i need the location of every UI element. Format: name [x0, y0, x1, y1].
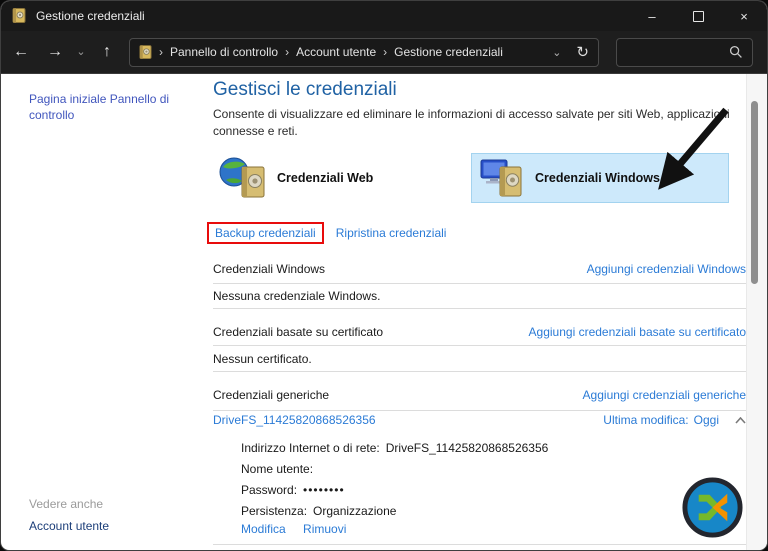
breadcrumb-control-panel[interactable]: Pannello di controllo	[170, 45, 278, 59]
field-value: Organizzazione	[313, 504, 397, 518]
credential-links-row: Modifica Rimuovi	[241, 522, 346, 536]
tile-windows-credentials-label: Credenziali Windows	[535, 171, 660, 185]
maximize-icon	[692, 10, 704, 22]
collapse-button[interactable]	[735, 416, 746, 424]
backup-credentials-link[interactable]: Backup credenziali	[215, 226, 316, 240]
search-icon	[729, 45, 743, 59]
breadcrumb-separator: ›	[285, 45, 290, 59]
section-certificate-credentials: Credenziali basate su certificato Aggiun…	[213, 325, 746, 339]
address-dropdown-button[interactable]: ⌄	[552, 46, 561, 59]
page-description: Consente di visualizzare ed eliminare le…	[213, 107, 730, 138]
section-generic-credentials: Credenziali generiche Aggiungi credenzia…	[213, 388, 746, 402]
chevron-down-icon: ⌄	[76, 45, 86, 58]
tile-windows-credentials[interactable]: Credenziali Windows	[471, 153, 729, 203]
chevron-down-icon: ⌄	[552, 46, 562, 59]
sidebar-item-user-accounts[interactable]: Account utente	[29, 519, 109, 533]
field-value: ••••••••	[303, 483, 345, 497]
section-label: Credenziali basate su certificato	[213, 325, 384, 339]
field-user-name: Nome utente:	[241, 462, 319, 476]
scrollbar-thumb[interactable]	[751, 101, 758, 284]
minimize-button[interactable]: –	[629, 1, 675, 31]
page-title: Gestisci le credenziali	[213, 79, 397, 100]
windows-credentials-icon	[480, 157, 526, 199]
credential-name-link[interactable]: DriveFS_11425820868526356	[213, 413, 376, 427]
add-generic-credential-link[interactable]: Aggiungi credenziali generiche	[583, 388, 746, 402]
watermark-logo	[681, 476, 744, 544]
breadcrumb-separator: ›	[383, 45, 388, 59]
forward-icon: →	[47, 43, 63, 60]
back-button[interactable]: ←	[7, 44, 35, 60]
add-certificate-credential-link[interactable]: Aggiungi credenziali basate su certifica…	[529, 325, 746, 339]
maximize-button[interactable]	[675, 1, 721, 31]
title-bar: Gestione credenziali – ×	[1, 1, 767, 31]
sidebar-see-also-label: Vedere anche	[29, 497, 104, 511]
window-title: Gestione credenziali	[36, 9, 145, 23]
safe-location-icon	[139, 44, 152, 60]
up-button[interactable]: ↑	[93, 44, 121, 60]
field-label: Password:	[241, 483, 298, 497]
modified-value: Oggi	[693, 413, 719, 427]
divider	[213, 410, 746, 411]
divider	[213, 371, 746, 372]
address-bar[interactable]: › Pannello di controllo › Account utente…	[129, 37, 599, 67]
tile-web-credentials-label: Credenziali Web	[277, 171, 374, 185]
remove-credential-link[interactable]: Rimuovi	[303, 522, 346, 536]
section-label: Credenziali generiche	[213, 388, 330, 402]
forward-button[interactable]: →	[41, 44, 69, 60]
close-icon: ×	[740, 8, 748, 24]
refresh-icon: ↻	[576, 44, 589, 61]
chevron-up-icon	[735, 416, 746, 424]
search-box[interactable]	[616, 37, 753, 67]
field-value: DriveFS_11425820868526356	[385, 441, 549, 455]
field-internet-address: Indirizzo Internet o di rete: DriveFS_114…	[241, 441, 548, 455]
modified-label: Ultima modifica:	[603, 413, 689, 427]
divider	[213, 283, 746, 284]
field-persistence: Persistenza: Organizzazione	[241, 504, 396, 518]
web-credentials-icon	[218, 155, 268, 201]
breadcrumb-user-accounts[interactable]: Account utente	[296, 45, 376, 59]
breadcrumb-credential-manager[interactable]: Gestione credenziali	[394, 45, 503, 59]
credential-row: DriveFS_11425820868526356 Ultima modific…	[213, 413, 746, 427]
credential-modified: Ultima modifica: Oggi	[603, 413, 746, 427]
back-icon: ←	[13, 43, 29, 60]
sidebar-item-control-panel-home[interactable]: Pagina iniziale Pannello di controllo	[29, 91, 191, 123]
tile-web-credentials[interactable]: Credenziali Web	[218, 152, 373, 204]
field-label: Indirizzo Internet o di rete:	[241, 441, 380, 455]
close-button[interactable]: ×	[721, 1, 767, 31]
section-label: Credenziali Windows	[213, 262, 326, 276]
annotation-red-box: Backup credenziali	[207, 222, 324, 244]
divider	[213, 345, 746, 346]
breadcrumb-separator: ›	[159, 45, 163, 59]
search-input[interactable]	[626, 44, 729, 60]
navigation-bar: ← → ⌄ ↑ › Pannello di controllo › Accoun…	[1, 31, 767, 74]
minimize-icon: –	[648, 8, 656, 24]
restore-credentials-link[interactable]: Ripristina credenziali	[336, 226, 447, 240]
safe-app-icon	[12, 8, 26, 24]
divider	[213, 544, 746, 545]
empty-windows-credentials-text: Nessuna credenziale Windows.	[213, 289, 381, 303]
credential-actions-row: Backup credenziali Ripristina credenzial…	[207, 222, 446, 244]
field-label: Nome utente:	[241, 462, 314, 476]
edit-credential-link[interactable]: Modifica	[241, 522, 286, 536]
recent-locations-button[interactable]: ⌄	[71, 45, 91, 58]
field-password: Password: ••••••••	[241, 483, 345, 497]
field-label: Persistenza:	[241, 504, 308, 518]
divider	[213, 308, 746, 309]
up-icon: ↑	[103, 43, 111, 60]
section-windows-credentials: Credenziali Windows Aggiungi credenziali…	[213, 262, 746, 276]
window-controls: – ×	[629, 1, 767, 31]
empty-certificate-text: Nessun certificato.	[213, 352, 312, 366]
add-windows-credential-link[interactable]: Aggiungi credenziali Windows	[587, 262, 746, 276]
refresh-button[interactable]: ↻	[576, 43, 589, 61]
credential-manager-window: Gestione credenziali – × ← → ⌄ ↑ › Panne…	[0, 0, 768, 551]
